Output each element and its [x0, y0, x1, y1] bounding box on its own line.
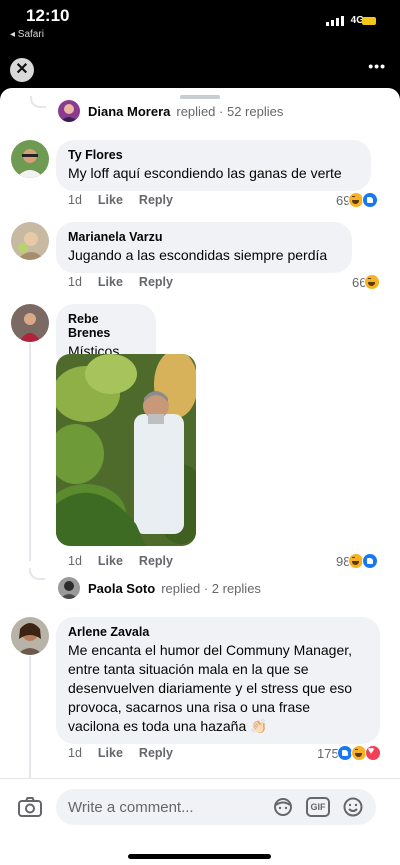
thread-connector: [29, 568, 45, 580]
back-to-safari-link[interactable]: ◂ Safari: [10, 29, 44, 40]
reply-count: · 2 replies: [203, 581, 261, 596]
comment-text: Jugando a las escondidas siempre perdía: [68, 247, 328, 263]
reply-count: · 52 replies: [219, 104, 284, 119]
like-button[interactable]: Like: [98, 746, 123, 760]
reply-button[interactable]: Reply: [139, 746, 173, 760]
emoji-icon[interactable]: [342, 797, 364, 817]
comment-text: My loff aquí escondiendo las ganas de ve…: [68, 165, 342, 181]
reply-button[interactable]: Reply: [139, 193, 173, 207]
comment-composer: GIF: [0, 778, 400, 865]
love-reaction-icon: [364, 745, 381, 761]
reply-author-name: Diana Morera: [88, 104, 171, 119]
comments-sheet: Diana Morera replied · 52 replies Ty Flo…: [0, 88, 400, 865]
reaction-count: 175: [317, 745, 339, 761]
gif-button[interactable]: GIF: [306, 797, 330, 817]
comment-age: 1d: [68, 554, 82, 568]
avatar[interactable]: [11, 304, 49, 342]
battery-icon: [362, 17, 376, 25]
comment-age: 1d: [68, 746, 82, 760]
like-button[interactable]: Like: [98, 275, 123, 289]
comment-actions: 1d Like Reply: [68, 746, 173, 760]
comment-actions: 1d Like Reply: [68, 554, 173, 568]
like-reaction-icon: [362, 553, 379, 569]
reply-button[interactable]: Reply: [139, 275, 173, 289]
home-indicator: [128, 854, 271, 859]
thread-connector: [29, 343, 31, 561]
view-replies-link[interactable]: Diana Morera replied · 52 replies: [88, 104, 283, 119]
avatar[interactable]: [11, 222, 49, 260]
signal-icon: [326, 16, 344, 26]
avatar-sticker-icon[interactable]: [272, 797, 294, 817]
haha-reaction-icon: [364, 274, 381, 290]
status-time: 12:10: [26, 6, 70, 25]
thread-connector: [29, 656, 31, 778]
reaction-summary[interactable]: 175: [317, 745, 381, 761]
comment-author[interactable]: Marianela Varzu: [68, 230, 340, 244]
status-bar: 12:10 ◂ Safari 4G: [0, 0, 400, 48]
comment-bubble[interactable]: Arlene Zavala Me encanta el humor del Co…: [56, 617, 380, 744]
like-button[interactable]: Like: [98, 193, 123, 207]
camera-icon[interactable]: [18, 797, 42, 817]
comment-bubble[interactable]: Marianela Varzu Jugando a las escondidas…: [56, 222, 352, 273]
comment-author[interactable]: Arlene Zavala: [68, 625, 368, 639]
like-reaction-icon: [362, 192, 379, 208]
avatar[interactable]: [58, 100, 80, 122]
like-button[interactable]: Like: [98, 554, 123, 568]
reaction-summary[interactable]: 69: [336, 192, 379, 208]
reaction-summary[interactable]: 98: [336, 553, 379, 569]
avatar[interactable]: [11, 617, 49, 655]
comment-photo[interactable]: [56, 354, 196, 546]
comment-age: 1d: [68, 193, 82, 207]
comment-input[interactable]: [68, 789, 268, 825]
close-button[interactable]: ✕: [10, 58, 34, 82]
comment-age: 1d: [68, 275, 82, 289]
viewer-top-bar: ✕ •••: [0, 48, 400, 88]
comment-bubble[interactable]: Ty Flores My loff aquí escondiendo las g…: [56, 140, 371, 191]
sheet-grab-handle[interactable]: [180, 95, 220, 99]
avatar[interactable]: [11, 140, 49, 178]
comment-author[interactable]: Rebe Brenes: [68, 312, 144, 340]
thread-connector: [30, 96, 46, 108]
reply-author-name: Paola Soto: [88, 581, 156, 596]
comment-actions: 1d Like Reply: [68, 275, 173, 289]
view-replies-link[interactable]: Paola Soto replied · 2 replies: [88, 581, 261, 596]
comment-author[interactable]: Ty Flores: [68, 148, 359, 162]
reply-button[interactable]: Reply: [139, 554, 173, 568]
more-options-button[interactable]: •••: [368, 58, 386, 74]
comment-actions: 1d Like Reply: [68, 193, 173, 207]
reaction-summary[interactable]: 66: [352, 274, 381, 290]
comment-input-wrapper: GIF: [56, 789, 376, 825]
avatar[interactable]: [58, 577, 80, 599]
comment-text: Me encanta el humor del Communy Manager,…: [68, 642, 353, 734]
